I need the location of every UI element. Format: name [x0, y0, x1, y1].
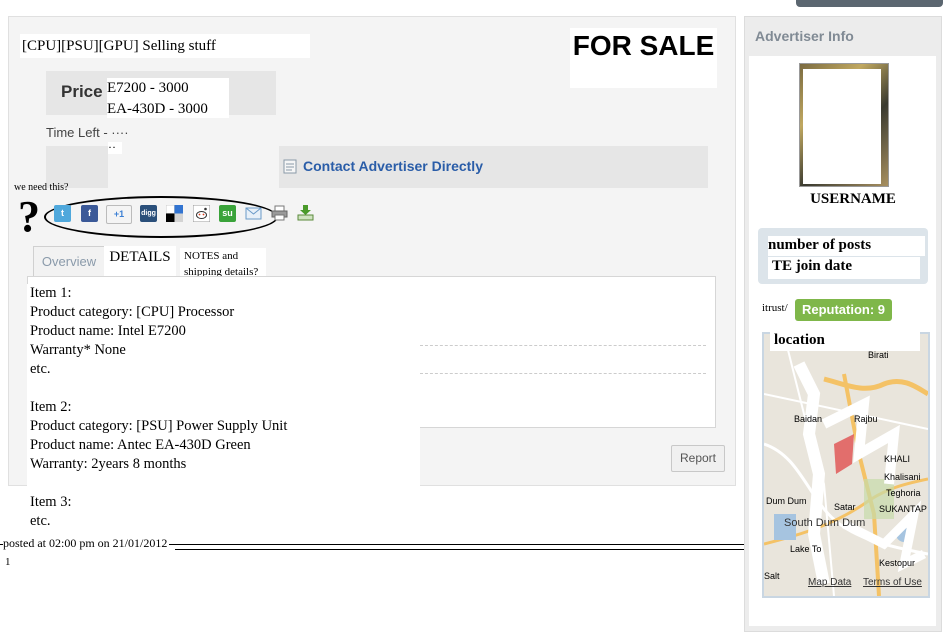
delicious-icon[interactable] [165, 204, 183, 222]
description-line [30, 379, 420, 398]
tab-details[interactable]: DETAILS [104, 246, 176, 276]
description-line: Product category: [PSU] Power Supply Uni… [30, 418, 288, 434]
description-line: Warranty* None [30, 342, 126, 358]
sidebar-heading: Advertiser Info [755, 28, 854, 44]
for-sale-banner: FOR SALE [570, 28, 717, 88]
map-data-link[interactable]: Map Data [808, 577, 851, 588]
annotation-line [175, 549, 756, 550]
annotation-oval [44, 196, 278, 238]
top-menu-button[interactable] [796, 0, 943, 7]
description-line: Item 2: [30, 399, 72, 415]
join-date: TE join date [768, 257, 920, 279]
listing-title: [CPU][PSU][GPU] Selling stuff [20, 34, 310, 58]
description-line: Product category: [CPU] Processor [30, 304, 235, 320]
map-label: Lake To [790, 544, 821, 554]
item-description: Item 1: Product category: [CPU] Processor… [27, 284, 420, 539]
map-label: Baidan [794, 414, 822, 424]
download-icon[interactable] [297, 204, 314, 221]
report-button[interactable]: Report [671, 445, 725, 472]
map-label: South Dum Dum [784, 517, 865, 529]
reddit-icon[interactable] [192, 204, 211, 223]
description-line: Item 3: [30, 494, 72, 510]
description-line: Warranty: 2years 8 months [30, 456, 187, 472]
trust-label: itrust/ [762, 302, 788, 314]
map-label: Khalisani [884, 472, 921, 482]
map-label: Teghoria [886, 488, 921, 498]
terms-of-use-link[interactable]: Terms of Use [863, 577, 922, 588]
contact-advertiser-link[interactable]: Contact Advertiser Directly [303, 158, 483, 174]
map-label: Satar [834, 502, 856, 512]
time-left-label: Time Left - ···· [46, 125, 129, 140]
print-icon[interactable] [271, 205, 288, 221]
annotation-question-mark: ? [18, 192, 40, 241]
map-label: Kestopur [879, 558, 915, 568]
contact-icon [283, 159, 297, 174]
description-line: etc. [30, 361, 51, 377]
description-line: Item 1: [30, 285, 72, 301]
advertiser-username[interactable]: USERNAME [787, 190, 919, 210]
description-line [30, 474, 420, 493]
content-divider [420, 345, 706, 346]
map-label: Birati [868, 350, 889, 360]
time-left-value: ·· [108, 141, 122, 154]
reputation-badge: Reputation: 9 [795, 299, 892, 321]
posted-timestamp: posted at 02:00 pm on 21/01/2012 [3, 536, 170, 550]
description-line: Product name: Antec EA-430D Green [30, 437, 251, 453]
price-label: Price [61, 82, 103, 101]
twitter-icon[interactable]: t [54, 205, 71, 222]
price-values: E7200 - 3000 EA-430D - 3000 [107, 78, 229, 118]
description-line: Product name: Intel E7200 [30, 323, 186, 339]
description-line: etc. [30, 513, 51, 529]
map-label: Salt [764, 571, 780, 581]
location-label: location [770, 331, 920, 351]
email-icon[interactable] [245, 206, 262, 221]
map-label: KHALI [884, 454, 910, 464]
content-divider [420, 373, 706, 374]
map-label: Dum Dum [766, 496, 807, 506]
avatar-mask [803, 69, 881, 184]
facebook-icon[interactable]: f [81, 205, 98, 222]
price-line-1: E7200 - 3000 [107, 80, 189, 96]
digg-icon[interactable]: digg [140, 205, 157, 222]
location-map[interactable]: Birati Dum Dum South Dum Dum Lake To Bai… [762, 332, 930, 598]
page-footer-area [5, 575, 770, 632]
map-label: SUKANTAP [879, 504, 927, 514]
posted-marker: 1 [5, 556, 11, 568]
tab-overview[interactable]: Overview [33, 246, 105, 277]
price-line-2: EA-430D - 3000 [107, 101, 208, 117]
map-label: Rajbu [854, 414, 878, 424]
google-plus-icon[interactable]: +1 [106, 205, 132, 224]
map-graphic: Birati Dum Dum South Dum Dum Lake To Bai… [764, 334, 928, 596]
stumbleupon-icon[interactable]: su [219, 205, 236, 222]
post-count: number of posts [768, 236, 925, 256]
